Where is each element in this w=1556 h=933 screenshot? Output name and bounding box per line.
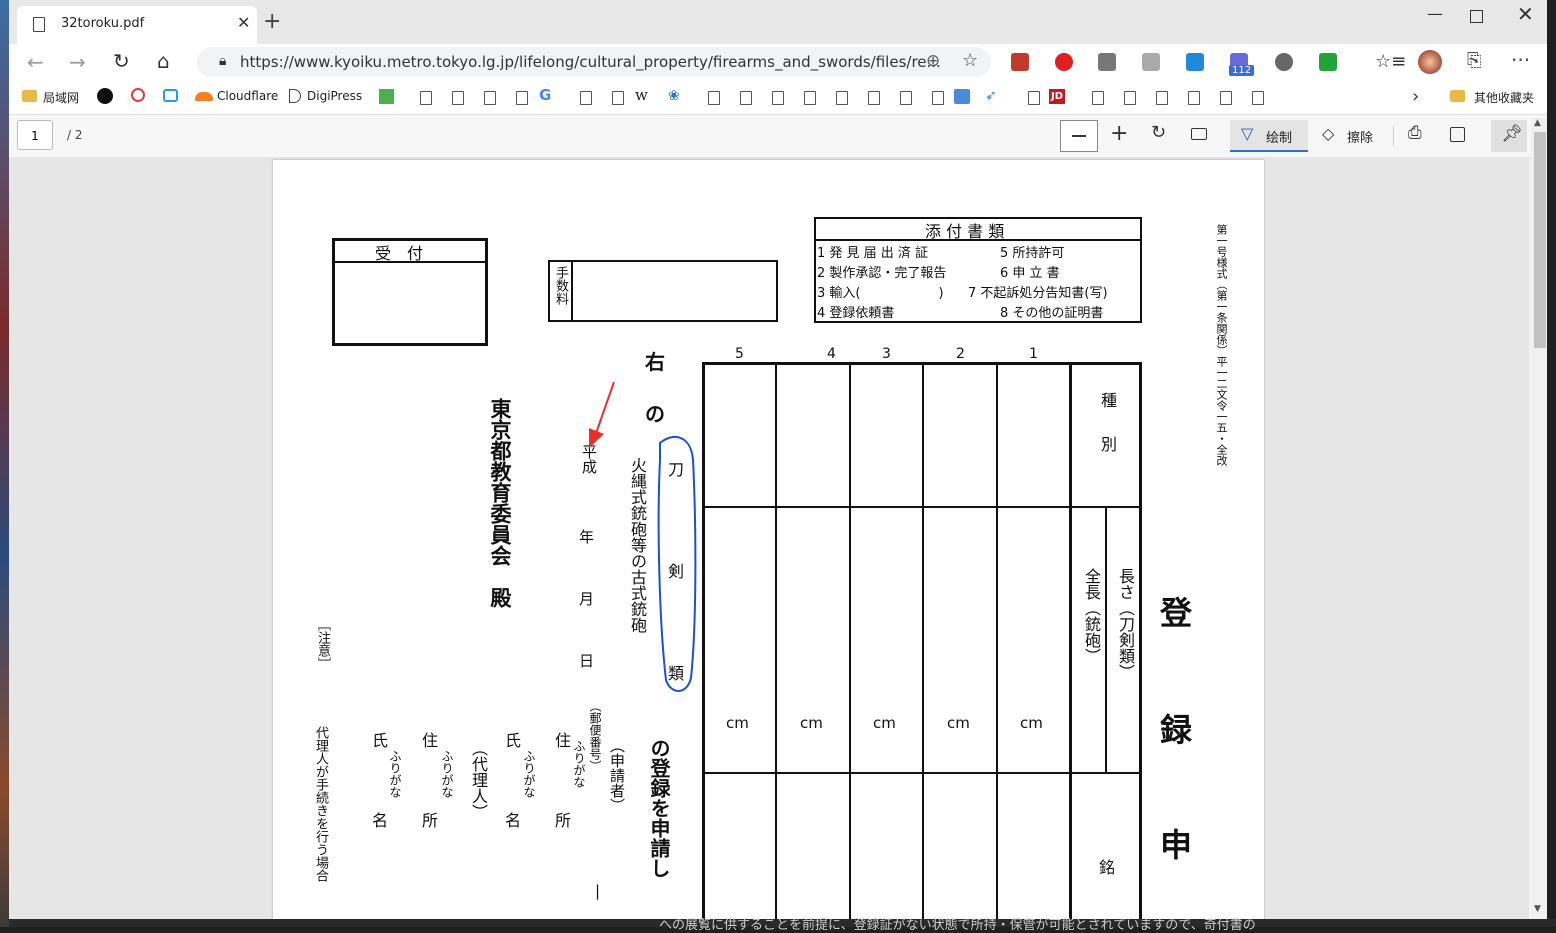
- reload-icon[interactable]: ↻: [113, 49, 130, 73]
- page-icon[interactable]: [932, 91, 944, 105]
- page-total: / 2: [67, 128, 83, 142]
- feedback-icon[interactable]: ⎘: [1467, 50, 1481, 71]
- page-icon[interactable]: [452, 91, 464, 105]
- window-close-button[interactable]: ✕: [1517, 2, 1534, 26]
- forward-arrow-icon[interactable]: →: [69, 50, 86, 74]
- page-icon[interactable]: [580, 91, 592, 105]
- extension-s-icon[interactable]: [1098, 53, 1116, 71]
- page-icon[interactable]: [868, 91, 880, 105]
- maximize-button[interactable]: [1470, 10, 1483, 23]
- bird-icon[interactable]: ➶: [985, 88, 997, 104]
- extension-badge: 112: [1229, 65, 1255, 76]
- bookmark-icon[interactable]: [379, 89, 394, 104]
- page-icon[interactable]: [836, 91, 848, 105]
- page-icon[interactable]: [1220, 91, 1232, 105]
- new-tab-button[interactable]: +: [263, 10, 281, 34]
- bilibili-icon[interactable]: [163, 89, 178, 102]
- more-menu-icon[interactable]: ···: [1511, 48, 1530, 72]
- check-extension-icon[interactable]: [1319, 53, 1337, 71]
- scroll-up-icon[interactable]: ▲: [1534, 118, 1541, 128]
- zoom-icon[interactable]: ⊕: [926, 51, 940, 71]
- profile-avatar[interactable]: [1418, 50, 1442, 74]
- page-icon[interactable]: [1092, 91, 1104, 105]
- page-number-input[interactable]: 1: [17, 120, 53, 150]
- save-icon[interactable]: [1450, 127, 1465, 142]
- blue-circle-annotation: [657, 435, 697, 692]
- url-text[interactable]: https://www.kyoiku.metro.tokyo.lg.jp/lif…: [240, 53, 941, 71]
- lock-icon[interactable]: 🔒︎: [219, 53, 226, 69]
- bookmark-cloudflare[interactable]: Cloudflare: [217, 89, 278, 103]
- extension-icon[interactable]: [1011, 53, 1029, 71]
- bookmark-icon[interactable]: [131, 88, 145, 102]
- baidu-paw-icon[interactable]: ❀: [668, 88, 680, 104]
- bookmark-digipress[interactable]: DigiPress: [307, 89, 362, 103]
- folder-icon: [22, 90, 37, 102]
- translate-icon[interactable]: [954, 89, 970, 104]
- wikipedia-icon[interactable]: w: [635, 86, 648, 104]
- page-icon[interactable]: [484, 91, 496, 105]
- page-icon[interactable]: [900, 91, 912, 105]
- page-icon[interactable]: [1028, 91, 1040, 105]
- desktop-edge: [0, 0, 9, 927]
- zoom-in-button[interactable]: +: [1110, 121, 1128, 146]
- bookmark-other-folder[interactable]: 其他收藏夹: [1474, 89, 1534, 106]
- tab-active[interactable]: 32toroku.pdf ✕: [17, 6, 257, 44]
- desktop-edge-right: [1547, 0, 1556, 927]
- pen-icon: ▽: [1241, 124, 1254, 143]
- page-icon[interactable]: [612, 91, 624, 105]
- page-icon[interactable]: [1156, 91, 1168, 105]
- back-arrow-icon[interactable]: ←: [27, 50, 44, 74]
- github-icon[interactable]: [97, 88, 113, 104]
- minus-icon: [1072, 135, 1086, 137]
- pin-icon: 📌︎: [1501, 124, 1523, 144]
- page-icon[interactable]: [740, 91, 752, 105]
- browser-window: 32toroku.pdf ✕ + — ✕ ← → ↻ ⌂ 🔒︎ https://…: [9, 0, 1556, 933]
- print-icon[interactable]: ⎙: [1408, 123, 1422, 143]
- home-icon[interactable]: ⌂: [157, 49, 170, 73]
- folder-icon: [1450, 90, 1465, 102]
- scroll-down-icon[interactable]: ▼: [1534, 904, 1541, 914]
- red-arrow-head: [589, 428, 604, 448]
- favorite-star-icon[interactable]: ☆: [962, 50, 978, 71]
- divider: [1393, 126, 1394, 146]
- jd-icon[interactable]: JD: [1049, 89, 1065, 104]
- chevron-right-icon[interactable]: ›: [1412, 86, 1419, 107]
- cloudflare-icon: [195, 92, 213, 101]
- page-icon[interactable]: [1124, 91, 1136, 105]
- page-icon[interactable]: [772, 91, 784, 105]
- fit-page-icon[interactable]: [1191, 128, 1207, 140]
- google-icon[interactable]: G: [539, 86, 551, 104]
- speedometer-icon[interactable]: [1275, 53, 1293, 71]
- page-bottom-text: への展覧に供することを前提に、登録証がない状態で所持・保管が可能とされていますの…: [659, 918, 1256, 933]
- document-icon: [33, 17, 45, 32]
- close-tab-icon[interactable]: ✕: [237, 13, 250, 32]
- pdf-toolbar: [9, 115, 1547, 158]
- tab-title: 32toroku.pdf: [61, 16, 145, 31]
- eraser-icon[interactable]: ◇: [1322, 124, 1334, 143]
- page-icon[interactable]: [420, 91, 432, 105]
- extension-icon[interactable]: [1186, 53, 1204, 71]
- bookmark-lan[interactable]: 局域网: [43, 89, 79, 106]
- page-icon[interactable]: [708, 91, 720, 105]
- minimize-button[interactable]: —: [1427, 4, 1443, 23]
- adblock-extension-icon[interactable]: [1055, 53, 1073, 71]
- scroll-thumb[interactable]: [1534, 132, 1546, 348]
- page-icon[interactable]: [1188, 91, 1200, 105]
- page-icon[interactable]: [1252, 91, 1264, 105]
- draw-label[interactable]: 绘制: [1266, 127, 1292, 146]
- rotate-icon[interactable]: ↻: [1151, 122, 1166, 143]
- favorites-list-icon[interactable]: ☆≡: [1375, 51, 1406, 72]
- erase-label[interactable]: 擦除: [1347, 127, 1373, 146]
- annotation-layer: [589, 381, 697, 692]
- page-icon[interactable]: [804, 91, 816, 105]
- extension-icon[interactable]: [1142, 53, 1160, 71]
- page-icon[interactable]: [516, 91, 528, 105]
- pdf-page: 受 付 手数料 添 付 書 類 1 発 見 届 出 済 証 2 製作承認・完了報…: [273, 160, 1264, 932]
